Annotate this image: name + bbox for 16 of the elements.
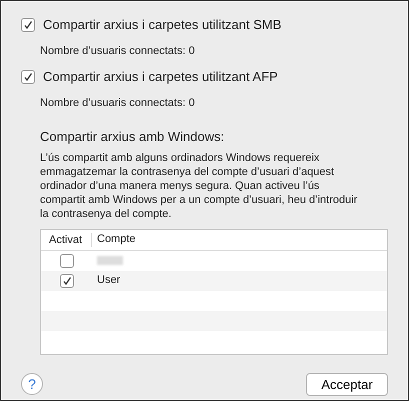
status-text: Nombre d’usuaris connectats: 0 — [40, 44, 196, 58]
status-text: Nombre d’usuaris connectats: 0 — [40, 96, 196, 110]
checkbox[interactable] — [21, 70, 35, 84]
column-header: Activat — [41, 232, 92, 246]
ok-button[interactable]: Acceptar — [306, 372, 388, 396]
column-header: Compte — [96, 232, 136, 248]
checkbox-label[interactable]: Compartir arxius i carpetes utilitzant AFP — [43, 67, 278, 86]
checkbox[interactable] — [60, 274, 74, 288]
redacted-name — [97, 256, 123, 265]
checkbox[interactable] — [21, 18, 35, 32]
checkbox[interactable] — [60, 254, 74, 268]
description-text: L’ús compartit amb alguns ordinadors Windows requereix emmagatzemar la contrasenya del compte d’usuari d’aquest ordinador d’una manera menys segura. Quan activeu l’ús compartit amb Windows per a un compte d’usuari, heu d’introduir la contrasenya del compte. — [40, 150, 358, 220]
table-cell-text: User — [97, 273, 120, 288]
section-title: Compartir arxius amb Windows: — [40, 128, 226, 146]
checkbox-label[interactable]: Compartir arxius i carpetes utilitzant SMB — [43, 15, 282, 34]
help-button[interactable]: ? — [21, 373, 43, 396]
